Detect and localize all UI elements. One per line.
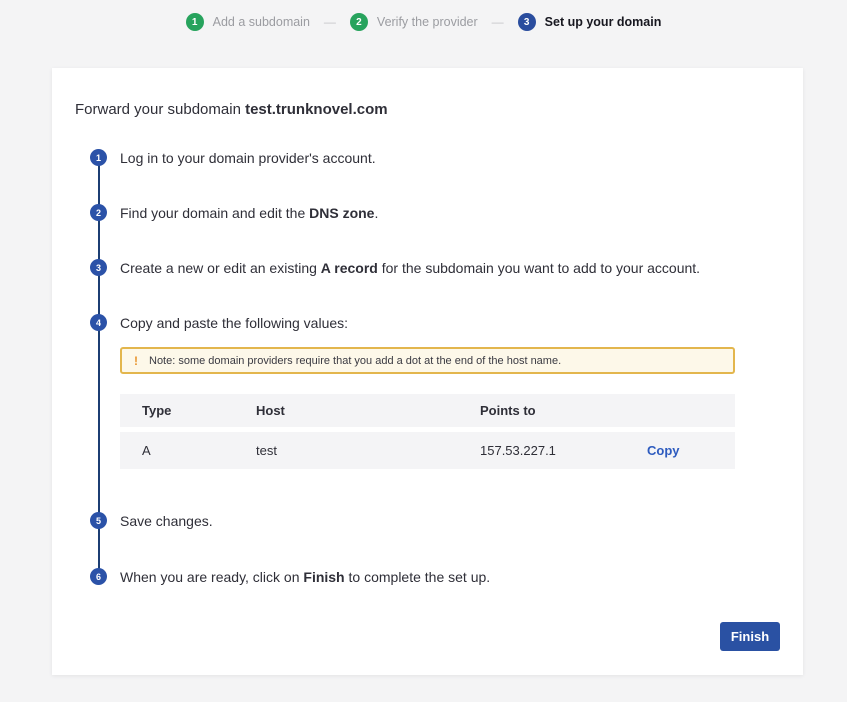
provider-note-text: Note: some domain providers require that… (149, 351, 561, 371)
warning-exclamation-icon: ! (134, 351, 138, 371)
instruction-1-text: Log in to your domain provider's account… (120, 148, 376, 168)
instruction-5-text-before: Save changes. (120, 513, 213, 529)
step-2-label: Verify the provider (377, 15, 478, 29)
step-1-circle-icon: 1 (186, 13, 204, 31)
header-type: Type (120, 401, 256, 421)
header-host: Host (256, 401, 480, 421)
instruction-1-text-before: Log in to your domain provider's account… (120, 150, 376, 166)
instruction-step-3: 3 Create a new or edit an existing A rec… (90, 258, 780, 278)
record-host-value: test (256, 441, 480, 461)
instruction-3-text-after: for the subdomain you want to add to you… (378, 260, 700, 276)
dns-records-table: Type Host Points to A test 157.53.227.1 … (120, 394, 735, 469)
instruction-4-text-before: Copy and paste the following values: (120, 315, 348, 331)
instruction-5-text: Save changes. (120, 511, 213, 531)
setup-card: Forward your subdomain test.trunknovel.c… (52, 68, 803, 675)
dns-table-header: Type Host Points to (120, 394, 735, 427)
page-title: Forward your subdomain test.trunknovel.c… (52, 68, 803, 118)
instruction-2-text-before: Find your domain and edit the (120, 205, 309, 221)
instruction-6-text-after: to complete the set up. (345, 569, 491, 585)
wizard-stepper: 1 Add a subdomain — 2 Verify the provide… (0, 0, 847, 44)
step-2-circle-icon: 2 (350, 13, 368, 31)
instruction-1-number: 1 (90, 149, 107, 166)
stepper-separator: — (492, 15, 504, 29)
stepper-step-add-subdomain[interactable]: 1 Add a subdomain (186, 13, 310, 31)
instruction-5-number: 5 (90, 512, 107, 529)
instruction-steps: 1 Log in to your domain provider's accou… (90, 148, 780, 587)
instruction-step-5: 5 Save changes. (90, 511, 780, 531)
instruction-4-text: Copy and paste the following values: (120, 313, 735, 333)
instruction-2-text: Find your domain and edit the DNS zone. (120, 203, 378, 223)
instruction-3-text-before: Create a new or edit an existing (120, 260, 321, 276)
instruction-3-text: Create a new or edit an existing A recor… (120, 258, 700, 278)
page-title-domain: test.trunknovel.com (245, 101, 388, 118)
copy-ip-link[interactable]: Copy (647, 443, 680, 458)
page-title-prefix: Forward your subdomain (75, 101, 245, 118)
instruction-2-text-after: . (374, 205, 378, 221)
instruction-6-text-before: When you are ready, click on (120, 569, 303, 585)
instruction-step-2: 2 Find your domain and edit the DNS zone… (90, 203, 780, 223)
instruction-step-1: 1 Log in to your domain provider's accou… (90, 148, 780, 168)
step-1-label: Add a subdomain (213, 15, 310, 29)
instruction-3-number: 3 (90, 259, 107, 276)
stepper-step-verify-provider[interactable]: 2 Verify the provider (350, 13, 478, 31)
stepper-step-set-up-domain[interactable]: 3 Set up your domain (518, 13, 662, 31)
instruction-6-text-bold: Finish (303, 569, 344, 585)
finish-button[interactable]: Finish (720, 622, 780, 651)
instruction-6-text: When you are ready, click on Finish to c… (120, 567, 490, 587)
instruction-6-number: 6 (90, 568, 107, 585)
record-type-value: A (120, 441, 256, 461)
instruction-4-content: Copy and paste the following values: ! N… (120, 313, 735, 511)
provider-note-banner: ! Note: some domain providers require th… (120, 347, 735, 374)
instruction-step-6: 6 When you are ready, click on Finish to… (90, 567, 780, 587)
dns-record-row: A test 157.53.227.1 Copy (120, 432, 735, 469)
header-points-to: Points to (480, 401, 647, 421)
step-3-circle-icon: 3 (518, 13, 536, 31)
instruction-4-number: 4 (90, 314, 107, 331)
record-points-to-value: 157.53.227.1 (480, 441, 647, 461)
step-3-label: Set up your domain (545, 15, 662, 29)
instruction-step-4: 4 Copy and paste the following values: !… (90, 313, 780, 511)
stepper-separator: — (324, 15, 336, 29)
instruction-3-text-bold: A record (321, 260, 378, 276)
instruction-2-text-bold: DNS zone (309, 205, 374, 221)
instruction-2-number: 2 (90, 204, 107, 221)
